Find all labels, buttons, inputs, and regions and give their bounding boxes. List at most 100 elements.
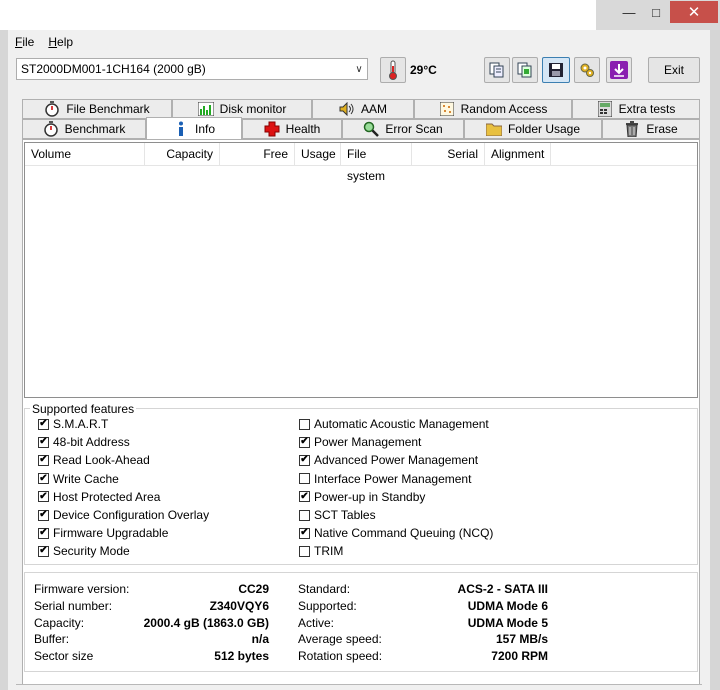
copy-screenshot-button[interactable]: [512, 57, 538, 83]
column-volume[interactable]: Volume: [25, 143, 145, 165]
menu-file[interactable]: File: [8, 33, 41, 51]
feature-label: Firmware Upgradable: [53, 526, 169, 541]
red-cross-icon: [264, 121, 280, 137]
info-value: ACS-2 - SATA III: [457, 582, 548, 596]
info-label: Supported:: [298, 598, 357, 613]
feature-firmware-upgradable[interactable]: ✔ Firmware Upgradable: [38, 524, 168, 542]
bar-graph-icon: [197, 101, 214, 117]
copy-icon: [489, 62, 504, 78]
feature-checkbox[interactable]: ✔: [38, 436, 49, 448]
menu-help[interactable]: Help: [41, 33, 80, 51]
column-serial[interactable]: Serial: [412, 143, 485, 165]
feature-security-mode[interactable]: ✔ Security Mode: [38, 542, 130, 560]
feature-sct-tables[interactable]: SCT Tables: [299, 506, 376, 524]
feature-checkbox[interactable]: [299, 473, 310, 485]
feature-device-configuration-overlay[interactable]: ✔ Device Configuration Overlay: [38, 506, 209, 524]
column-capacity[interactable]: Capacity: [145, 143, 220, 165]
column-usage[interactable]: Usage: [295, 143, 341, 165]
info-label: Rotation speed:: [298, 649, 383, 664]
feature-s-m-a-r-t[interactable]: ✔ S.M.A.R.T: [38, 415, 108, 433]
info-label: Firmware version:: [34, 582, 130, 596]
folder-icon: [485, 121, 502, 137]
tab-random-access[interactable]: Random Access: [414, 99, 572, 119]
feature-native-command-queuing-ncq[interactable]: ✔ Native Command Queuing (NCQ): [299, 524, 493, 542]
download-arrow-icon: [610, 61, 628, 79]
info-label: Standard:: [298, 582, 351, 596]
tab-folder-usage[interactable]: Folder Usage: [464, 119, 602, 139]
exit-button[interactable]: Exit: [648, 57, 700, 83]
minimize-icon: ―: [622, 4, 636, 20]
tab-health[interactable]: Health: [242, 119, 342, 139]
tab-error-scan[interactable]: Error Scan: [342, 119, 464, 139]
maximize-button[interactable]: □: [643, 1, 669, 23]
column-free[interactable]: Free: [220, 143, 295, 165]
feature-checkbox[interactable]: ✔: [38, 418, 49, 430]
download-button[interactable]: [606, 57, 632, 83]
info-value: UDMA Mode 6: [467, 598, 548, 613]
feature-trim[interactable]: TRIM: [299, 542, 343, 560]
options-button[interactable]: [574, 57, 600, 83]
info-label: Buffer:: [34, 632, 70, 647]
feature-checkbox[interactable]: [299, 418, 310, 430]
tab-extra-tests[interactable]: Extra tests: [572, 99, 700, 119]
feature-checkbox[interactable]: ✔: [38, 527, 49, 539]
feature-checkbox[interactable]: ✔: [38, 473, 49, 485]
feature-checkbox[interactable]: ✔: [299, 436, 310, 448]
tab-file-benchmark[interactable]: File Benchmark: [22, 99, 172, 119]
column-file-system[interactable]: File system: [341, 143, 412, 183]
menu-bar: File Help: [8, 33, 80, 51]
window-frame-right: [710, 30, 720, 690]
feature-checkbox[interactable]: ✔: [38, 545, 49, 557]
feature-label: Host Protected Area: [53, 489, 161, 504]
info-label: Capacity:: [34, 615, 85, 630]
feature-label: Native Command Queuing (NCQ): [314, 526, 494, 541]
feature-read-look-ahead[interactable]: ✔ Read Look-Ahead: [38, 451, 150, 469]
feature-label: Advanced Power Management: [314, 453, 479, 468]
tab-disk-monitor[interactable]: Disk monitor: [172, 99, 312, 119]
feature-label: S.M.A.R.T: [53, 417, 109, 431]
feature-checkbox[interactable]: ✔: [38, 454, 49, 466]
drive-select[interactable]: ST2000DM001-1CH164 (2000 gB) ∨: [16, 58, 368, 80]
save-button[interactable]: [542, 57, 570, 83]
dotted-grid-icon: [439, 101, 455, 117]
column-alignment[interactable]: Alignment: [485, 143, 551, 165]
feature-checkbox[interactable]: ✔: [38, 509, 49, 521]
tab-benchmark[interactable]: Benchmark: [22, 119, 146, 139]
volume-list[interactable]: Volume Capacity Free Usage File system S…: [24, 142, 698, 398]
feature-advanced-power-management[interactable]: ✔ Advanced Power Management: [299, 451, 478, 469]
feature-write-cache[interactable]: ✔ Write Cache: [38, 470, 119, 488]
feature-power-up-in-standby[interactable]: ✔ Power-up in Standby: [299, 488, 425, 506]
tab-info[interactable]: Info: [146, 117, 242, 139]
stopwatch-icon: [44, 101, 60, 117]
close-button[interactable]: ✕: [670, 1, 718, 23]
feature-48-bit-address[interactable]: ✔ 48-bit Address: [38, 433, 130, 451]
feature-interface-power-management[interactable]: Interface Power Management: [299, 470, 471, 488]
feature-checkbox[interactable]: [299, 509, 310, 521]
minimize-button[interactable]: ―: [616, 1, 642, 23]
copy-button[interactable]: [484, 57, 510, 83]
feature-label: SCT Tables: [314, 508, 376, 522]
info-value: UDMA Mode 5: [467, 615, 548, 630]
feature-label: Device Configuration Overlay: [53, 508, 210, 522]
feature-host-protected-area[interactable]: ✔ Host Protected Area: [38, 488, 160, 506]
info-value: 7200 RPM: [491, 649, 548, 664]
temperature-button[interactable]: [380, 57, 406, 83]
calculator-icon: [597, 101, 613, 117]
thermometer-icon: [389, 60, 397, 80]
chevron-down-icon[interactable]: ∨: [351, 64, 367, 75]
tab-erase[interactable]: Erase: [602, 119, 700, 139]
feature-label: TRIM: [314, 544, 344, 559]
feature-checkbox[interactable]: ✔: [299, 454, 310, 466]
info-value: 512 bytes: [214, 649, 269, 664]
feature-power-management[interactable]: ✔ Power Management: [299, 433, 421, 451]
tab-aam[interactable]: AAM: [312, 99, 414, 119]
title-bar-left: [0, 0, 596, 30]
feature-checkbox[interactable]: ✔: [299, 527, 310, 539]
feature-checkbox[interactable]: ✔: [299, 491, 310, 503]
magnifier-icon: [363, 121, 380, 137]
feature-automatic-acoustic-management[interactable]: Automatic Acoustic Management: [299, 415, 489, 433]
feature-checkbox[interactable]: [299, 545, 310, 557]
feature-checkbox[interactable]: ✔: [38, 491, 49, 503]
stopwatch-icon: [43, 121, 59, 137]
feature-label: Power-up in Standby: [314, 489, 426, 504]
